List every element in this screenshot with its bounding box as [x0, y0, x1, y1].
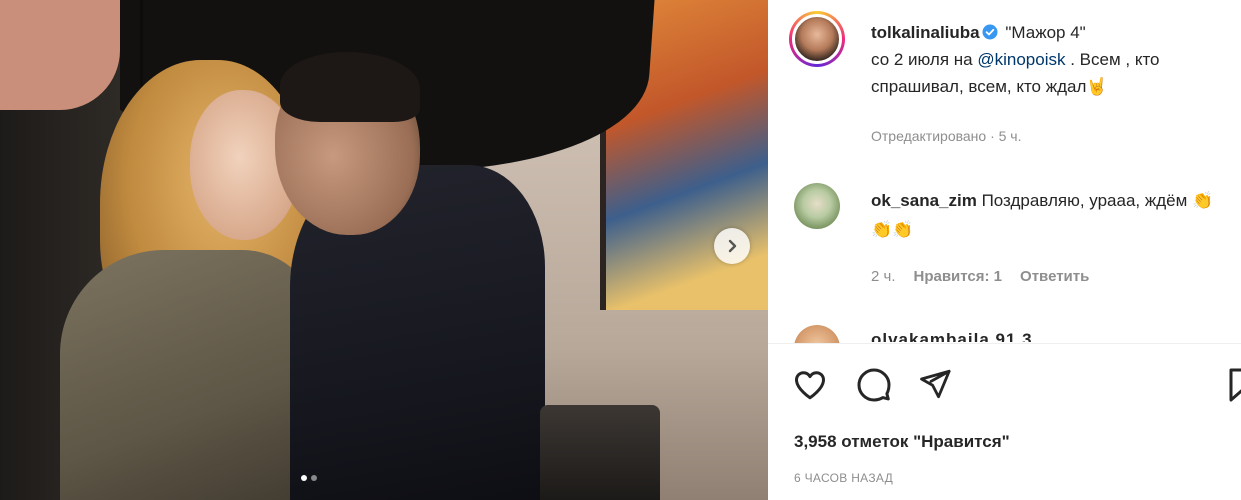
caption-mention-link[interactable]: @kinopoisk	[977, 50, 1065, 69]
comment-actions: 2 ч. Нравится: 1 Ответить	[871, 268, 1089, 285]
carousel-dots	[0, 475, 693, 481]
author-username[interactable]: tolkalinaliuba	[871, 23, 980, 42]
commenter-avatar[interactable]	[794, 183, 840, 229]
carousel-dot-2	[311, 475, 317, 481]
post-time-ago[interactable]: 6 ЧАСОВ НАЗАД	[794, 471, 893, 485]
comment-partial-text: olvakambaila 91 3...	[871, 330, 1050, 342]
comment-icon[interactable]	[856, 367, 892, 403]
comment-item: ok_sana_zim Поздравляю, урааа, ждём 👏👏👏	[871, 186, 1226, 244]
caption-text-prefix: со 2 июля на	[871, 50, 973, 69]
chevron-right-icon	[728, 239, 737, 253]
rock-hand-emoji: 🤘	[1086, 77, 1108, 96]
photo-lamp	[540, 405, 660, 500]
photo-man-hair	[280, 52, 420, 122]
carousel-next-button[interactable]	[714, 228, 750, 264]
edited-timestamp: Отредактировано · 5 ч.	[871, 128, 1022, 144]
comment-likes-link[interactable]: Нравится: 1	[914, 268, 1003, 285]
caption-title: "Мажор 4"	[1005, 23, 1086, 42]
post-caption: tolkalinaliuba "Мажор 4" со 2 июля на @k…	[871, 19, 1226, 100]
comment-username[interactable]: ok_sana_zim	[871, 191, 977, 210]
author-avatar[interactable]	[789, 11, 845, 67]
post-side-panel: tolkalinaliuba "Мажор 4" со 2 июля на @k…	[768, 0, 1241, 500]
carousel-dot-1	[301, 475, 307, 481]
send-icon[interactable]	[918, 367, 952, 401]
comment-reply-button[interactable]: Ответить	[1020, 268, 1089, 285]
heart-icon[interactable]	[792, 367, 828, 403]
verified-badge-icon	[982, 24, 998, 40]
bookmark-icon[interactable]	[1228, 367, 1241, 403]
comment-time: 2 ч.	[871, 268, 896, 285]
actions-divider	[768, 343, 1241, 344]
post-photo[interactable]	[0, 0, 768, 500]
likes-count[interactable]: 3,958 отметок "Нравится"	[794, 432, 1010, 452]
post-actions-bar	[792, 367, 1241, 403]
commenter-avatar-2[interactable]	[794, 325, 840, 343]
comments-scroll-area[interactable]: tolkalinaliuba "Мажор 4" со 2 июля на @k…	[768, 0, 1241, 343]
photo-woman-coat	[60, 250, 320, 500]
